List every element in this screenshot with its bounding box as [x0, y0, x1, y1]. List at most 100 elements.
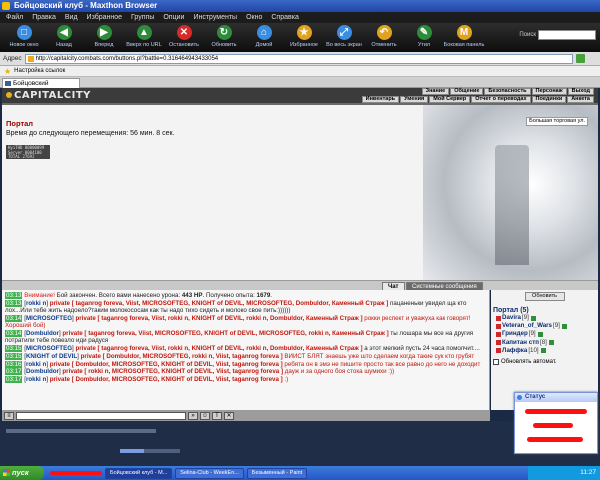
- message-time[interactable]: 03:14: [5, 314, 23, 322]
- message-sender[interactable]: Dombuldor: [26, 330, 59, 337]
- horizontal-scrollbar[interactable]: [6, 429, 156, 433]
- user-name[interactable]: Гриндер: [502, 330, 528, 338]
- chat-tabs: Чат Системные сообщения: [2, 280, 598, 291]
- nav-item-top-1[interactable]: Общение: [450, 88, 484, 95]
- move-timer: Время до следующего перемещения: 56 мин.…: [6, 130, 175, 137]
- toolbar-button-7[interactable]: ★ Избранное: [284, 23, 324, 52]
- start-button[interactable]: пуск: [0, 466, 44, 480]
- user-info-icon[interactable]: [537, 332, 543, 337]
- menu-item-2[interactable]: Вид: [65, 12, 78, 23]
- nav-item-top-3[interactable]: Персонаж: [531, 88, 567, 95]
- message-sender[interactable]: rokki n: [26, 300, 46, 307]
- message-time[interactable]: 03:15: [5, 345, 23, 353]
- nav-item-sub-1[interactable]: Умения: [400, 96, 429, 103]
- nav-item-sub-4[interactable]: Поединки: [531, 96, 567, 103]
- address-input[interactable]: http://capitalcity.combats.com/buttons.p…: [24, 53, 573, 64]
- menu-item-5[interactable]: Опции: [163, 12, 184, 23]
- message-recipients[interactable]: private [ taganrog foreva, Viist, rokki …: [75, 315, 362, 322]
- toolbar-button-0[interactable]: □ Новое окно: [4, 23, 44, 52]
- message-time[interactable]: 03:15: [5, 352, 23, 360]
- user-name[interactable]: Davira: [502, 314, 521, 322]
- message-sender[interactable]: KNIGHT of DEVIL: [26, 353, 77, 360]
- damage-value: 443 HP: [181, 292, 203, 299]
- menu-item-4[interactable]: Группы: [131, 12, 154, 23]
- game-header: CAPITALCITY Знание Общение Безопасность Пер…: [2, 88, 598, 105]
- message-time[interactable]: 03:16: [5, 360, 23, 368]
- nav-item-sub-5[interactable]: Анкета: [567, 96, 594, 103]
- toolbar-button-11[interactable]: M Боковая панель: [444, 23, 484, 52]
- message-recipients[interactable]: private [ taganrog foreva, Viist, MICROS…: [50, 300, 389, 307]
- toolbar-label: Назад: [56, 42, 72, 48]
- menu-item-8[interactable]: Справка: [271, 12, 298, 23]
- user-info-icon[interactable]: [548, 340, 554, 346]
- chat-menu-button[interactable]: ≡: [4, 411, 14, 420]
- auto-update-checkbox[interactable]: [493, 359, 499, 366]
- chat-message: 03:13 Внимание! Бой закончен. Всего вами…: [5, 292, 486, 299]
- taskbar-task-2[interactable]: Безымянный - Paint: [246, 467, 308, 479]
- trade-street-button[interactable]: Большая торговая ул.: [526, 117, 588, 126]
- message-recipients[interactable]: private [ Dombuldor, MICROSOFTEG, rokki …: [81, 353, 283, 360]
- message-sender[interactable]: rokki n: [26, 361, 46, 368]
- tab-combats[interactable]: Бойцовский: [2, 78, 80, 88]
- nav-item-sub-2[interactable]: Мой Сервер: [429, 96, 471, 103]
- toolbar-button-3[interactable]: ▲ Вверх по URL: [124, 23, 164, 52]
- toolbar-button-2[interactable]: ▶ Вперед: [84, 23, 124, 52]
- user-info-icon[interactable]: [530, 315, 536, 321]
- send-button[interactable]: »: [188, 411, 198, 420]
- toolbar-button-1[interactable]: ◀ Назад: [44, 23, 84, 52]
- menu-item-1[interactable]: Правка: [32, 12, 56, 23]
- message-time[interactable]: 03:14: [5, 329, 23, 337]
- message-recipients[interactable]: private [ Dombuldor, MICROSOFTEG, KNIGHT…: [50, 361, 283, 368]
- refresh-button[interactable]: Обновить: [524, 292, 565, 301]
- user-level: [9]: [552, 322, 560, 330]
- clear-button[interactable]: ✕: [224, 411, 234, 420]
- toolbar-button-10[interactable]: ✎ Утил: [404, 23, 444, 52]
- smiley-button[interactable]: ☺: [200, 411, 210, 420]
- menu-item-6[interactable]: Инструменты: [193, 12, 237, 23]
- translit-button[interactable]: Т: [212, 411, 222, 420]
- toolbar-button-9[interactable]: ↶ Отменить: [364, 23, 404, 52]
- message-recipients[interactable]: private [ taganrog foreva, Viist, MICROS…: [62, 330, 388, 337]
- menu-item-7[interactable]: Окно: [246, 12, 262, 23]
- search-input[interactable]: [538, 30, 596, 40]
- nav-item-top-4[interactable]: Выход: [567, 88, 594, 95]
- message-sender[interactable]: Dombuldor: [26, 368, 59, 375]
- message-time[interactable]: 03:17: [5, 376, 23, 384]
- nav-item-top-2[interactable]: Безопасность: [484, 88, 531, 95]
- message-time[interactable]: 03:13: [5, 292, 23, 299]
- chat-input[interactable]: [16, 411, 186, 420]
- message-recipients[interactable]: private [ rokki n, MICROSOFTEG, KNIGHT o…: [62, 368, 283, 375]
- message-recipients[interactable]: private [ Dombuldor, MICROSOFTEG, KNIGHT…: [50, 376, 283, 383]
- message-sender[interactable]: rokki n: [26, 376, 46, 383]
- toolbar-button-5[interactable]: ↻ Обновить: [204, 23, 244, 52]
- clock: 11:27: [580, 469, 596, 476]
- toolbar-button-6[interactable]: ⌂ Домой: [244, 23, 284, 52]
- go-button[interactable]: [575, 54, 585, 63]
- message-time[interactable]: 03:17: [5, 368, 23, 376]
- nav-item-sub-0[interactable]: Инвентарь: [361, 96, 400, 103]
- user-name[interactable]: Veteran_of_Wars: [502, 322, 552, 330]
- message-time[interactable]: 03:13: [5, 299, 23, 307]
- menu-item-0[interactable]: Файл: [6, 12, 23, 23]
- clan-icon: [496, 348, 501, 354]
- menu-item-3[interactable]: Избранное: [87, 12, 122, 23]
- bookmark-settings-link[interactable]: Настройка ссылок: [14, 66, 65, 77]
- message-recipients[interactable]: private [ taganrog foreva, Viist, rokki …: [75, 345, 362, 352]
- user-info-icon[interactable]: [561, 323, 567, 329]
- toolbar-button-8[interactable]: ⤢ Во весь экран: [324, 23, 364, 52]
- toolbar-label: Вперед: [94, 42, 114, 48]
- nav-item-top-0[interactable]: Знание: [421, 88, 450, 95]
- star-icon[interactable]: ★: [4, 66, 11, 77]
- user-row: Лаффка [10]: [493, 347, 596, 355]
- toolbar-button-4[interactable]: ✕ Остановить: [164, 23, 204, 52]
- taskbar-task-1[interactable]: Selina-Club - WeekEn...: [175, 467, 244, 479]
- user-name[interactable]: Капитан стп: [502, 339, 539, 347]
- message-sender[interactable]: MICROSOFTEG: [26, 345, 72, 352]
- message-sender[interactable]: MICROSOFTEG: [26, 315, 72, 322]
- user-row: Davira [9]: [493, 314, 596, 322]
- user-info-icon[interactable]: [540, 348, 546, 354]
- nav-item-sub-3[interactable]: Отчет о переводах: [471, 96, 531, 103]
- sidebar-icon: M: [456, 25, 472, 40]
- user-name[interactable]: Лаффка: [502, 347, 527, 355]
- taskbar-task-0[interactable]: Бойцовский клуб - M...: [105, 467, 173, 479]
